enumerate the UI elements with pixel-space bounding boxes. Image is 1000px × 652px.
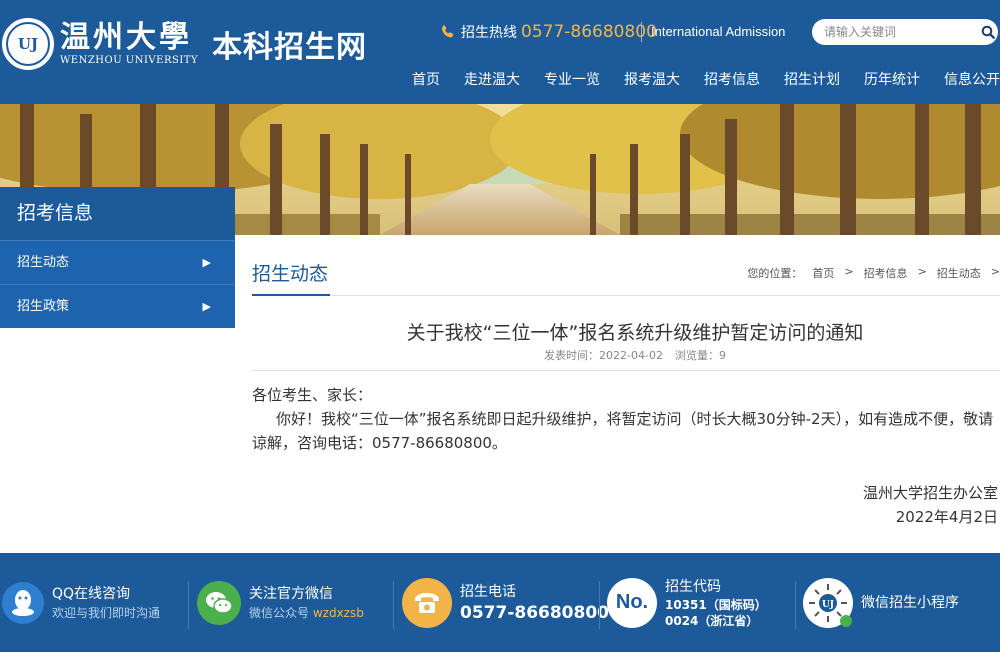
breadcrumb-separator: > (990, 265, 1000, 278)
signature-date: 2022年4月2日 (895, 508, 998, 526)
article-greeting: 各位考生、家长： (252, 386, 373, 404)
article-publish-date: 发表时间：2022-04-02 (544, 349, 663, 362)
mini-program-title: 微信招生小程序 (861, 594, 959, 611)
code-province: 0024（浙江省） (665, 613, 759, 628)
hotline-label: 招生热线 (461, 25, 517, 41)
nav-about[interactable]: 走进温大 (452, 60, 532, 100)
signature-office: 温州大学招生办公室 (862, 484, 998, 502)
university-name-en: WENZHOU UNIVERSITY (60, 55, 199, 66)
hotline: 招生热线 0577-86680800 (440, 22, 657, 42)
search-icon[interactable] (978, 22, 998, 42)
article-view-count: 浏览量：9 (674, 349, 726, 362)
mini-program-qrcode-icon: UJ (803, 577, 853, 628)
site-name: 本科招生网 (212, 30, 368, 65)
university-logo[interactable]: UJ 温州大學 WENZHOU UNIVERSITY 本科招生网 (2, 14, 367, 74)
sidebar-item-label: 招生动态 (17, 255, 70, 270)
sidebar-item-admission-policy[interactable]: 招生政策 ▶ (0, 284, 235, 328)
article-meta: 发表时间：2022-04-02 浏览量：9 (252, 347, 1000, 363)
nav-plan[interactable]: 招生计划 (772, 60, 852, 100)
section-title-underline (252, 294, 330, 296)
content-header: 招生动态 您的位置： 首页 > 招考信息 > 招生动态 > (252, 255, 1000, 296)
phone-number: 0577-86680800 (460, 602, 609, 623)
wechat-title: 关注官方微信 (249, 585, 333, 602)
phone-title: 招生电话 (460, 583, 516, 600)
qq-icon (2, 581, 44, 624)
footer-divider (599, 581, 600, 629)
wechat-account: wzdxzsb (312, 605, 364, 620)
sidebar: 招考信息 招生动态 ▶ 招生政策 ▶ (0, 187, 235, 328)
chevron-right-icon: ▶ (202, 256, 211, 269)
code-national: 10351（国标码） (665, 597, 767, 612)
svg-text:UJ: UJ (822, 600, 834, 610)
breadcrumb-separator: > (917, 265, 927, 278)
nav-disclosure[interactable]: 信息公开 (932, 60, 1000, 100)
sidebar-title: 招考信息 (0, 187, 235, 240)
sidebar-item-label: 招生政策 (17, 299, 70, 314)
qq-title: QQ在线咨询 (52, 585, 131, 602)
footer-divider (393, 581, 394, 629)
breadcrumb-admission-info[interactable]: 招考信息 (864, 265, 908, 281)
wechat-icon (197, 580, 241, 625)
nav-apply[interactable]: 报考温大 (612, 60, 692, 100)
article-paragraph: 你好！我校“三位一体”报名系统即日起升级维护，将暂定访问（时长大概30分钟-2天… (252, 410, 994, 452)
code-title: 招生代码 (665, 578, 721, 595)
breadcrumb-label: 您的位置： (747, 267, 803, 280)
article-title: 关于我校“三位一体”报名系统升级维护暂定访问的通知 (406, 322, 864, 344)
university-name: 温州大學 WENZHOU UNIVERSITY (60, 21, 198, 67)
footer-mini-program[interactable]: UJ 微信招生小程序 (803, 553, 959, 652)
wechat-account-label: 微信公众号 (249, 605, 310, 620)
telephone-icon (402, 577, 452, 628)
search-input[interactable] (824, 25, 972, 39)
header-divider (641, 22, 642, 42)
university-seal-icon: UJ (2, 18, 54, 70)
footer-divider (188, 581, 189, 629)
footer-divider (795, 581, 796, 629)
nav-home[interactable]: 首页 (400, 60, 452, 100)
site-header: UJ 温州大學 WENZHOU UNIVERSITY 本科招生网 招生热线 05… (0, 0, 1000, 104)
number-badge-icon: No. (607, 577, 657, 628)
footer-phone[interactable]: 招生电话 0577-86680800 (402, 553, 609, 652)
chevron-right-icon: ▶ (202, 300, 211, 313)
nav-majors[interactable]: 专业一览 (532, 60, 612, 100)
article-divider (252, 370, 1000, 371)
footer-wechat[interactable]: 关注官方微信 微信公众号 wzdxzsb (197, 553, 364, 652)
search-box (812, 19, 998, 45)
section-title: 招生动态 (252, 263, 329, 285)
footer-qq[interactable]: QQ在线咨询 欢迎与我们即时沟通 (0, 553, 160, 652)
qq-subtitle: 欢迎与我们即时沟通 (52, 605, 161, 620)
hotline-number: 0577-86680800 (521, 22, 657, 42)
breadcrumb: 您的位置： 首页 > 招考信息 > 招生动态 > (747, 265, 1000, 281)
nav-admission-info[interactable]: 招考信息 (692, 60, 772, 100)
breadcrumb-admission-news[interactable]: 招生动态 (937, 265, 981, 281)
article-signature: 温州大学招生办公室 2022年4月2日 (863, 481, 998, 529)
phone-icon (440, 24, 456, 40)
site-footer: QQ在线咨询 欢迎与我们即时沟通 关注官方微信 微信公众号 wzdxzsb 招生… (0, 553, 1000, 652)
main-nav: 首页 走进温大 专业一览 报考温大 招考信息 招生计划 历年统计 信息公开 (400, 60, 1000, 100)
international-admission-link[interactable]: International Admission (651, 24, 785, 39)
footer-code: No. 招生代码 10351（国标码） 0024（浙江省） (607, 553, 767, 652)
article-body: 各位考生、家长： 你好！我校“三位一体”报名系统即日起升级维护，将暂定访问（时长… (252, 383, 1000, 455)
breadcrumb-separator: > (844, 265, 854, 278)
university-name-cn: 温州大學 (60, 20, 192, 55)
breadcrumb-home[interactable]: 首页 (812, 265, 834, 281)
sidebar-item-admission-news[interactable]: 招生动态 ▶ (0, 240, 235, 284)
nav-statistics[interactable]: 历年统计 (852, 60, 932, 100)
